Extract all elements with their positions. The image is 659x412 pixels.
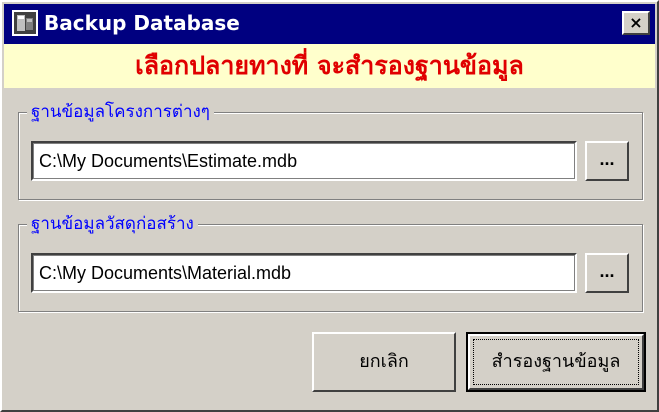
- project-database-group: ฐานข้อมูลโครงการต่างๆ C:\My Documents\Es…: [18, 101, 643, 200]
- close-icon: ×: [629, 13, 643, 32]
- close-button[interactable]: ×: [622, 11, 650, 35]
- project-database-browse-button[interactable]: ...: [585, 141, 629, 181]
- instruction-text: เลือกปลายทางที่ จะสำรองฐานข้อมูล: [135, 51, 524, 80]
- backup-button[interactable]: สำรองฐานข้อมูล: [466, 332, 646, 392]
- material-database-path-field[interactable]: C:\My Documents\Material.mdb: [31, 253, 577, 293]
- cancel-button[interactable]: ยกเลิก: [312, 332, 456, 392]
- project-database-path: C:\My Documents\Estimate.mdb: [39, 151, 298, 171]
- material-database-path: C:\My Documents\Material.mdb: [39, 263, 292, 283]
- title-bar[interactable]: Backup Database ×: [4, 4, 655, 44]
- window-title: Backup Database: [44, 11, 240, 35]
- instruction-banner: เลือกปลายทางที่ จะสำรองฐานข้อมูล: [4, 44, 655, 88]
- backup-button-label: สำรองฐานข้อมูล: [473, 339, 639, 385]
- app-database-icon: [12, 10, 38, 36]
- project-database-path-field[interactable]: C:\My Documents\Estimate.mdb: [31, 141, 577, 181]
- material-database-browse-button[interactable]: ...: [585, 253, 629, 293]
- material-database-group: ฐานข้อมูลวัสดุก่อสร้าง C:\My Documents\M…: [18, 213, 643, 312]
- project-database-label: ฐานข้อมูลโครงการต่างๆ: [27, 101, 214, 123]
- backup-database-dialog: Backup Database × เลือกปลายทางที่ จะสำรอ…: [0, 0, 659, 412]
- material-database-label: ฐานข้อมูลวัสดุก่อสร้าง: [27, 213, 198, 235]
